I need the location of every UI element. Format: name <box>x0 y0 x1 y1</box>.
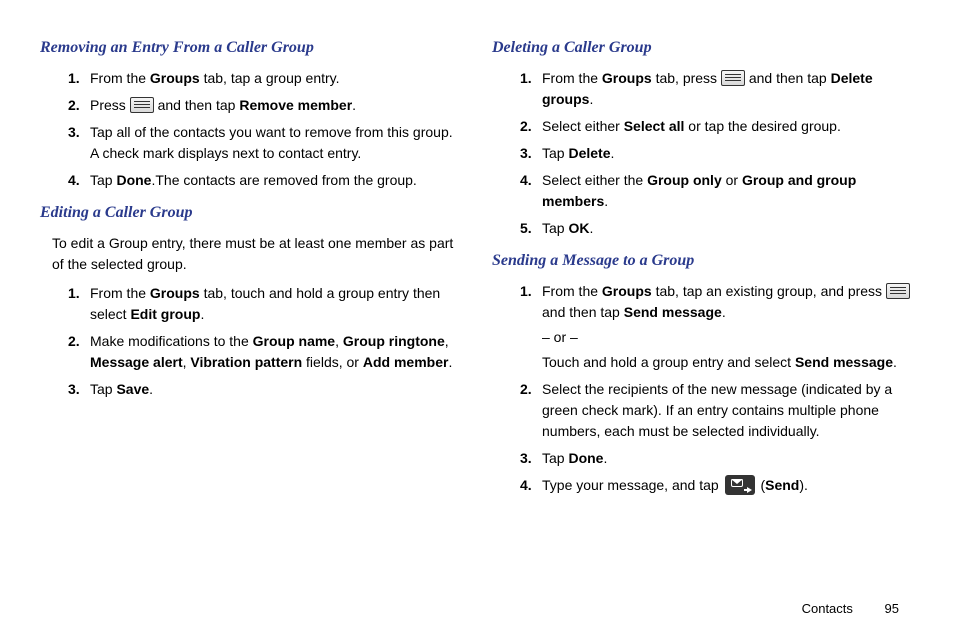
section-heading: Removing an Entry From a Caller Group <box>40 36 462 60</box>
step-item: 3. Tap Delete. <box>520 143 914 164</box>
step-number: 2. <box>68 331 80 352</box>
step-item: 1. From the Groups tab, tap an existing g… <box>520 281 914 373</box>
step-body: Tap OK. <box>542 220 593 236</box>
step-item: 4. Select either the Group only or Group … <box>520 170 914 212</box>
steps-list: 1. From the Groups tab, tap a group entry… <box>40 68 462 191</box>
section-intro: To edit a Group entry, there must be at … <box>52 233 462 275</box>
steps-list: 1. From the Groups tab, tap an existing g… <box>492 281 914 496</box>
step-number: 4. <box>520 170 532 191</box>
bold-text: Groups <box>602 70 652 86</box>
step-item: 4. Tap Done.The contacts are removed from… <box>68 170 462 191</box>
menu-icon <box>721 70 745 86</box>
footer-section: Contacts <box>802 601 853 616</box>
steps-list: 1. From the Groups tab, touch and hold a … <box>40 283 462 400</box>
bold-text: Send <box>765 477 799 493</box>
menu-icon <box>130 97 154 113</box>
bold-text: Groups <box>150 70 200 86</box>
sub-paragraph: Touch and hold a group entry and select … <box>542 352 914 373</box>
step-number: 3. <box>520 143 532 164</box>
step-body: Tap Done. <box>542 450 607 466</box>
bold-text: Group name <box>253 333 335 349</box>
step-item: 1. From the Groups tab, tap a group entry… <box>68 68 462 89</box>
step-item: 1. From the Groups tab, press and then ta… <box>520 68 914 110</box>
steps-list: 1. From the Groups tab, press and then ta… <box>492 68 914 239</box>
step-number: 3. <box>68 122 80 143</box>
bold-text: Select all <box>624 118 685 134</box>
step-number: 1. <box>520 68 532 89</box>
bold-text: Send message <box>795 354 893 370</box>
page-content: Removing an Entry From a Caller Group 1. F… <box>0 0 954 600</box>
bold-text: Done <box>116 172 151 188</box>
bold-text: Save <box>116 381 149 397</box>
step-item: 3. Tap Done. <box>520 448 914 469</box>
bold-text: Done <box>568 450 603 466</box>
step-body: Tap Save. <box>90 381 153 397</box>
step-number: 2. <box>520 116 532 137</box>
bold-text: Delete <box>568 145 610 161</box>
bold-text: Groups <box>150 285 200 301</box>
step-body: Select the recipients of the new message… <box>542 381 892 439</box>
bold-text: Remove member <box>239 97 352 113</box>
step-number: 2. <box>68 95 80 116</box>
step-number: 4. <box>520 475 532 496</box>
bold-text: Group ringtone <box>343 333 445 349</box>
step-body: Tap all of the contacts you want to remo… <box>90 124 453 161</box>
step-number: 1. <box>68 68 80 89</box>
bold-text: Delete groups <box>542 70 873 107</box>
bold-text: Send message <box>624 304 722 320</box>
step-body: From the Groups tab, touch and hold a gr… <box>90 285 440 322</box>
section-heading: Deleting a Caller Group <box>492 36 914 60</box>
step-item: 3. Tap Save. <box>68 379 462 400</box>
bold-text: Message alert <box>90 354 183 370</box>
step-item: 2. Press and then tap Remove member. <box>68 95 462 116</box>
footer-page-number: 95 <box>885 601 899 616</box>
step-item: 2. Make modifications to the Group name, … <box>68 331 462 373</box>
right-column: Deleting a Caller Group 1. From the Groups… <box>492 30 914 590</box>
step-number: 1. <box>520 281 532 302</box>
step-item: 1. From the Groups tab, touch and hold a … <box>68 283 462 325</box>
section-heading: Editing a Caller Group <box>40 201 462 225</box>
step-item: 5. Tap OK. <box>520 218 914 239</box>
step-body: Type your message, and tap (Send). <box>542 477 808 493</box>
step-item: 2. Select the recipients of the new messa… <box>520 379 914 442</box>
bold-text: Vibration pattern <box>190 354 302 370</box>
step-body: Make modifications to the Group name, Gr… <box>90 333 452 370</box>
bold-text: Edit group <box>130 306 200 322</box>
sub-paragraph: – or – <box>542 327 914 348</box>
send-icon <box>725 475 755 495</box>
step-number: 4. <box>68 170 80 191</box>
step-body: Tap Delete. <box>542 145 614 161</box>
step-number: 3. <box>520 448 532 469</box>
step-item: 3. Tap all of the contacts you want to re… <box>68 122 462 164</box>
section-heading: Sending a Message to a Group <box>492 249 914 273</box>
step-item: 4. Type your message, and tap (Send). <box>520 475 914 496</box>
step-number: 2. <box>520 379 532 400</box>
step-body: Select either Select all or tap the desi… <box>542 118 841 134</box>
menu-icon <box>886 283 910 299</box>
step-item: 2. Select either Select all or tap the de… <box>520 116 914 137</box>
step-number: 1. <box>68 283 80 304</box>
step-body: From the Groups tab, tap an existing gro… <box>542 283 914 373</box>
step-body: From the Groups tab, press and then tap … <box>542 70 873 107</box>
bold-text: Groups <box>602 283 652 299</box>
step-number: 5. <box>520 218 532 239</box>
step-body: Press and then tap Remove member. <box>90 97 356 113</box>
page-footer: Contacts 95 <box>802 601 899 616</box>
bold-text: OK <box>568 220 589 236</box>
step-body: Select either the Group only or Group an… <box>542 172 856 209</box>
step-body: Tap Done.The contacts are removed from t… <box>90 172 417 188</box>
bold-text: Group only <box>647 172 722 188</box>
bold-text: Add member <box>363 354 449 370</box>
step-body: From the Groups tab, tap a group entry. <box>90 70 340 86</box>
left-column: Removing an Entry From a Caller Group 1. F… <box>40 30 462 590</box>
step-number: 3. <box>68 379 80 400</box>
